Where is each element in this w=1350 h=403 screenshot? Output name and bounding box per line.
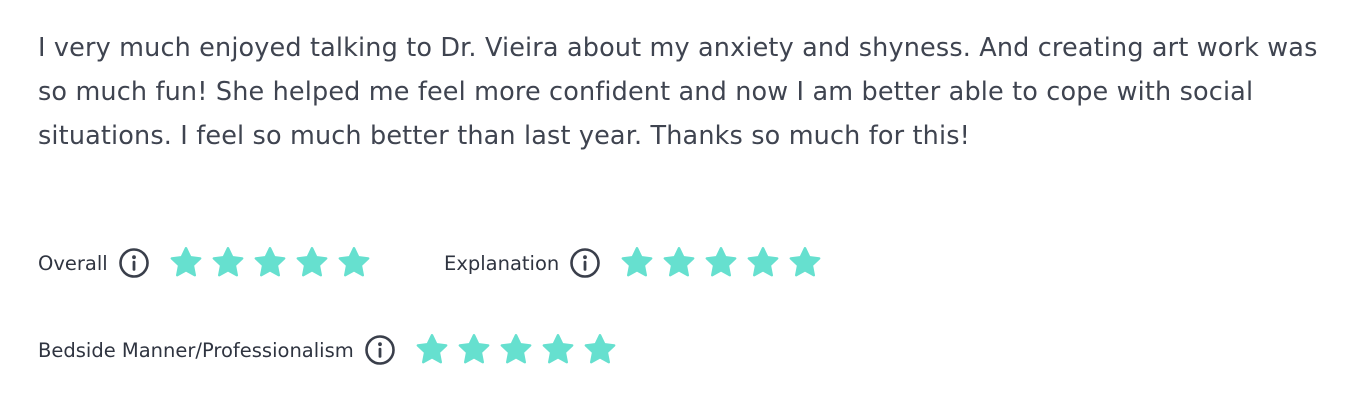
- rating-bedside-manner-label: Bedside Manner/Professionalism: [38, 338, 354, 362]
- star-icon: [703, 245, 739, 281]
- star-icon: [168, 245, 204, 281]
- star-icon: [252, 245, 288, 281]
- rating-overall-stars: [168, 245, 378, 281]
- rating-explanation: Explanation: [444, 243, 829, 283]
- star-icon: [336, 245, 372, 281]
- star-icon: [661, 245, 697, 281]
- star-icon: [294, 245, 330, 281]
- star-icon: [540, 332, 576, 368]
- star-icon: [745, 245, 781, 281]
- rating-bedside-manner: Bedside Manner/Professionalism: [38, 330, 624, 370]
- rating-overall: Overall: [38, 243, 378, 283]
- info-icon[interactable]: [364, 334, 396, 366]
- star-icon: [414, 332, 450, 368]
- rating-bedside-manner-stars: [414, 332, 624, 368]
- info-icon[interactable]: [118, 247, 150, 279]
- star-icon: [619, 245, 655, 281]
- info-icon[interactable]: [569, 247, 601, 279]
- rating-explanation-stars: [619, 245, 829, 281]
- review-text: I very much enjoyed talking to Dr. Vieir…: [38, 33, 1318, 151]
- star-icon: [498, 332, 534, 368]
- star-icon: [456, 332, 492, 368]
- star-icon: [787, 245, 823, 281]
- rating-overall-label: Overall: [38, 251, 108, 275]
- star-icon: [582, 332, 618, 368]
- rating-explanation-label: Explanation: [444, 251, 560, 275]
- star-icon: [210, 245, 246, 281]
